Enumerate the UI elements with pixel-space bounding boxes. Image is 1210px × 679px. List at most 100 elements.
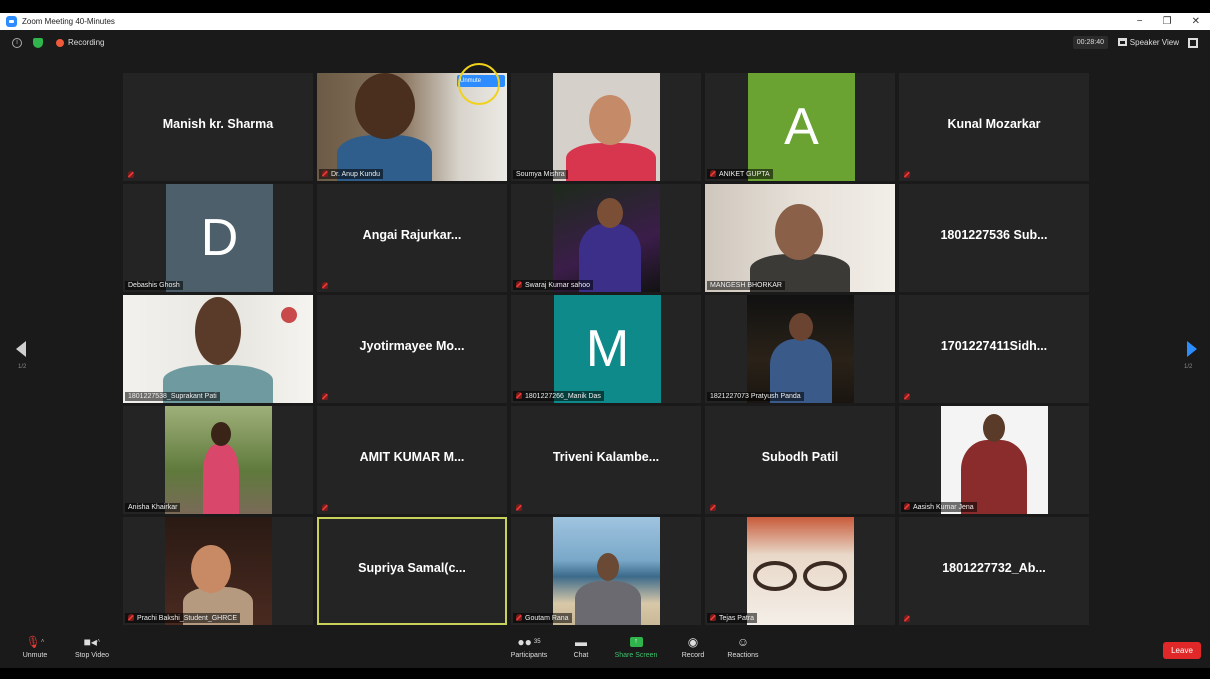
- video-person-head: [211, 422, 231, 446]
- shield-icon[interactable]: [33, 37, 43, 48]
- chat-button[interactable]: ▬ Chat: [568, 635, 594, 660]
- participant-tile[interactable]: 1801227536 Sub...: [899, 184, 1089, 292]
- chevron-up-icon[interactable]: ˄: [41, 639, 45, 645]
- share-screen-icon: ↑: [611, 635, 661, 648]
- previous-page-arrow-icon[interactable]: [16, 341, 26, 357]
- video-person-head: [789, 313, 813, 341]
- participant-label: MANGESH BHORKAR: [707, 281, 785, 290]
- participant-label: Anisha Khairkar: [125, 503, 181, 512]
- participants-button[interactable]: ●● 35 Participants: [507, 635, 551, 660]
- participant-tile[interactable]: M 1801227266_Manik Das: [511, 295, 701, 403]
- participant-tile[interactable]: MANGESH BHORKAR: [705, 184, 895, 292]
- close-icon[interactable]: ✕: [1192, 16, 1200, 27]
- video-person-head: [597, 553, 619, 581]
- mic-muted-icon: [322, 393, 328, 400]
- mic-muted-icon: [322, 504, 328, 511]
- mic-muted-icon: [128, 614, 134, 621]
- participant-tile[interactable]: Aasish Kumar Jena: [899, 406, 1089, 514]
- video-person-head: [191, 545, 231, 593]
- window-titlebar: Zoom Meeting 40-Minutes − ❐ ✕: [0, 13, 1210, 30]
- video-person-head: [983, 414, 1005, 442]
- cursor-highlight: [458, 63, 500, 105]
- participants-count: 35: [533, 638, 541, 645]
- participant-tile[interactable]: Jyotirmayee Mo...: [317, 295, 507, 403]
- mic-muted-icon: [904, 503, 910, 510]
- participant-tile-active-speaker[interactable]: Supriya Samal(c...: [317, 517, 507, 625]
- glasses-decor: [753, 561, 797, 591]
- record-button[interactable]: ◉ Record: [677, 634, 709, 660]
- page-indicator-right: 1/2: [1184, 364, 1193, 370]
- participant-tile[interactable]: Anisha Khairkar: [123, 406, 313, 514]
- participant-tile[interactable]: A ANIKET GUPTA: [705, 73, 895, 181]
- participant-name: 1701227411Sidh...: [940, 339, 1048, 353]
- meeting-top-strip: i Recording 00:28:40 Speaker View: [0, 30, 1210, 55]
- participant-tile[interactable]: Kunal Mozarkar: [899, 73, 1089, 181]
- speaker-view-button[interactable]: Speaker View: [1117, 35, 1179, 49]
- window-title: Zoom Meeting 40-Minutes: [22, 17, 115, 26]
- mic-muted-icon: [128, 171, 134, 178]
- flamingo-decor: [281, 307, 297, 323]
- mic-muted-icon: [904, 615, 910, 622]
- participant-tile[interactable]: AMIT KUMAR M...: [317, 406, 507, 514]
- video-person-head: [589, 95, 631, 145]
- minimize-icon[interactable]: −: [1137, 16, 1143, 27]
- unmute-button[interactable]: 🎙 ˄ Unmute: [18, 635, 52, 660]
- participant-tile[interactable]: Goutam Rana: [511, 517, 701, 625]
- participant-tile[interactable]: Triveni Kalambe...: [511, 406, 701, 514]
- recording-dot-icon: [56, 38, 64, 47]
- page-indicator-left: 1/2: [18, 364, 27, 370]
- chevron-up-icon[interactable]: ˄: [97, 639, 101, 645]
- participant-name: Triveni Kalambe...: [552, 450, 660, 464]
- participant-tile[interactable]: D Debashis Ghosh: [123, 184, 313, 292]
- next-page-arrow-icon[interactable]: [1187, 341, 1197, 357]
- mic-muted-icon: [710, 504, 716, 511]
- leave-button[interactable]: Leave: [1163, 642, 1201, 659]
- participant-tile[interactable]: Prachi Bakshi_Student_GHRCE: [123, 517, 313, 625]
- participant-name: Kunal Mozarkar: [947, 117, 1041, 131]
- participant-label: Swaraj Kumar sahoo: [513, 280, 593, 290]
- avatar: D: [166, 184, 273, 292]
- mic-muted-icon: [516, 504, 522, 511]
- participant-tile[interactable]: Soumya Mishra: [511, 73, 701, 181]
- avatar: M: [554, 295, 661, 403]
- participant-label: ANIKET GUPTA: [707, 169, 773, 179]
- participant-name: Jyotirmayee Mo...: [359, 339, 465, 353]
- participant-tile[interactable]: 1821227073 Pratyush Panda: [705, 295, 895, 403]
- participant-tile[interactable]: Swaraj Kumar sahoo: [511, 184, 701, 292]
- participant-label: Tejas Patra: [707, 613, 758, 623]
- participant-label: 1821227073 Pratyush Panda: [707, 392, 804, 401]
- participant-tile[interactable]: 1701227411Sidh...: [899, 295, 1089, 403]
- zoom-app-icon: [6, 16, 17, 27]
- participant-tile[interactable]: 1801227538_Suprakant Pati: [123, 295, 313, 403]
- participant-name: Subodh Patil: [761, 450, 839, 464]
- video-person-head: [597, 198, 623, 228]
- video-person-head: [355, 73, 415, 139]
- mic-muted-icon: [710, 614, 716, 621]
- info-icon[interactable]: i: [12, 37, 22, 48]
- letterbox-top: [0, 0, 1210, 13]
- restore-icon[interactable]: ❐: [1163, 16, 1172, 27]
- participant-tile[interactable]: Manish kr. Sharma: [123, 73, 313, 181]
- avatar: A: [748, 73, 855, 181]
- participant-tile[interactable]: Subodh Patil: [705, 406, 895, 514]
- speaker-view-icon: [1117, 38, 1127, 46]
- video-person: [203, 444, 239, 514]
- participant-tile[interactable]: 1801227732_Ab...: [899, 517, 1089, 625]
- stop-video-button[interactable]: ■◂ ˄ Stop Video: [71, 635, 113, 660]
- reactions-button[interactable]: ☺ Reactions: [722, 635, 764, 660]
- participant-label: Soumya Mishra: [513, 170, 568, 179]
- window-controls: − ❐ ✕: [1137, 13, 1200, 30]
- mic-muted-icon: [516, 281, 522, 288]
- video-person-head: [195, 297, 241, 365]
- participant-tile[interactable]: Tejas Patra: [705, 517, 895, 625]
- video-person-head: [775, 204, 823, 260]
- fullscreen-icon[interactable]: [1188, 38, 1198, 48]
- share-screen-button[interactable]: ↑ Share Screen: [611, 635, 661, 659]
- participant-name: Angai Rajurkar...: [362, 228, 462, 242]
- record-icon: ◉: [687, 634, 699, 649]
- letterbox-bottom: [0, 668, 1210, 679]
- participant-tile[interactable]: Angai Rajurkar...: [317, 184, 507, 292]
- video-person: [566, 143, 656, 181]
- participant-label: Dr. Anup Kundu: [319, 169, 384, 179]
- mic-muted-icon: [904, 171, 910, 178]
